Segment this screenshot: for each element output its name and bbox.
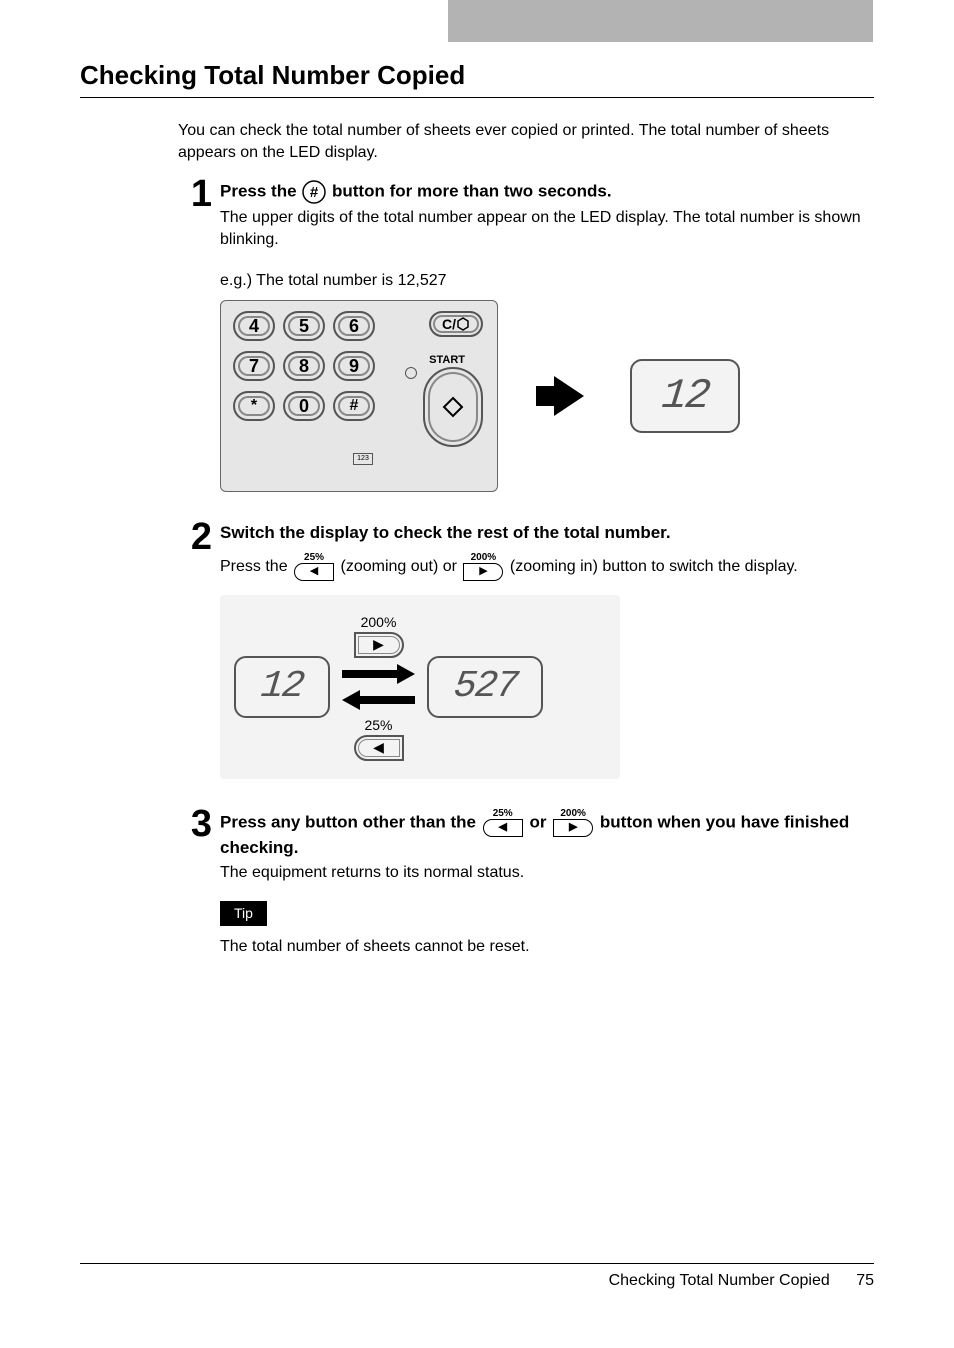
- stop-icon: [456, 317, 470, 331]
- step1-title: Press the # button for more than two sec…: [220, 179, 874, 205]
- step-1: 1 Press the # button for more than two s…: [178, 179, 874, 492]
- keypad-panel: 4 5 6 7 8 9 * 0 #: [220, 300, 498, 492]
- key-7: 7: [233, 351, 275, 381]
- key-9: 9: [333, 351, 375, 381]
- led-indicator: [405, 367, 417, 379]
- step1-title-after: button for more than two seconds.: [332, 182, 612, 201]
- step-number: 3: [178, 805, 212, 843]
- step2-desc-before: Press the: [220, 558, 292, 575]
- step-number: 1: [178, 175, 212, 213]
- page-number: 75: [856, 1272, 874, 1289]
- step2-desc-after: (zooming in) button to switch the displa…: [510, 558, 798, 575]
- footer-title: Checking Total Number Copied: [609, 1272, 830, 1289]
- zoom-in-pct-big: 200%: [361, 613, 397, 632]
- step3-title-before: Press any button other than the: [220, 812, 481, 831]
- step3-title-mid: or: [529, 812, 551, 831]
- tip-text: The total number of sheets cannot be res…: [220, 936, 874, 958]
- key-4: 4: [233, 311, 275, 341]
- step1-example-label: e.g.) The total number is 12,527: [220, 270, 874, 292]
- step2-figure: 12 200% ▶ 25%: [220, 595, 620, 779]
- tip-label: Tip: [220, 901, 267, 926]
- zoom-out-button-icon: 25% ◀: [294, 553, 334, 581]
- key-6: 6: [333, 311, 375, 341]
- clear-key: C/: [429, 311, 483, 337]
- led-display-12: 12: [630, 359, 740, 433]
- key-8: 8: [283, 351, 325, 381]
- led-value-left: 12: [258, 661, 305, 712]
- zoom-in-pct: 200%: [471, 553, 497, 563]
- step-3: 3 Press any button other than the 25% ◀ …: [178, 809, 874, 958]
- key-0: 0: [283, 391, 325, 421]
- step3-desc: The equipment returns to its normal stat…: [220, 862, 874, 884]
- zoom-in-button-icon: 200% ▶: [553, 809, 593, 837]
- start-button: [423, 367, 483, 447]
- step1-title-before: Press the: [220, 182, 301, 201]
- clear-key-label: C/: [442, 315, 456, 334]
- svg-text:#: #: [310, 184, 319, 201]
- zoom-out-pct-big: 25%: [364, 716, 392, 735]
- step2-desc: Press the 25% ◀ (zooming out) or 200% ▶ …: [220, 553, 874, 581]
- step2-title: Switch the display to check the rest of …: [220, 522, 874, 545]
- hash-button-icon: #: [301, 182, 332, 201]
- led-display-right: 527: [427, 656, 543, 718]
- zoom-in-pct-s3: 200%: [560, 809, 586, 819]
- page-title: Checking Total Number Copied: [80, 60, 874, 91]
- key-star: *: [233, 391, 275, 421]
- zoom-out-button-icon: 25% ◀: [483, 809, 523, 837]
- page-footer: Checking Total Number Copied 75: [80, 1263, 874, 1290]
- step-2: 2 Switch the display to check the rest o…: [178, 522, 874, 779]
- diamond-icon: [442, 396, 464, 418]
- intro-text: You can check the total number of sheets…: [178, 120, 874, 163]
- key-5: 5: [283, 311, 325, 341]
- title-underline: [80, 97, 874, 98]
- zoom-out-button-big: 25% ◀: [349, 716, 409, 761]
- step2-desc-mid: (zooming out) or: [340, 558, 461, 575]
- counter-icon: 123: [353, 453, 373, 465]
- zoom-out-pct-s3: 25%: [493, 809, 513, 819]
- switch-arrows: 200% ▶ 25% ◀: [342, 613, 415, 761]
- header-grey-bar: [448, 0, 873, 42]
- zoom-in-button-icon: 200% ▶: [463, 553, 503, 581]
- arrow-right-icon: [554, 376, 584, 416]
- start-label: START: [429, 353, 465, 368]
- led-display-left: 12: [234, 656, 330, 718]
- led-value: 12: [659, 368, 711, 425]
- step1-desc: The upper digits of the total number app…: [220, 207, 874, 250]
- led-value-right: 527: [451, 661, 519, 712]
- zoom-in-button-big: 200% ▶: [349, 613, 409, 658]
- step-number: 2: [178, 518, 212, 556]
- step1-figure: 4 5 6 7 8 9 * 0 #: [220, 300, 874, 492]
- key-hash: #: [333, 391, 375, 421]
- step3-title: Press any button other than the 25% ◀ or…: [220, 809, 874, 860]
- zoom-out-pct: 25%: [304, 553, 324, 563]
